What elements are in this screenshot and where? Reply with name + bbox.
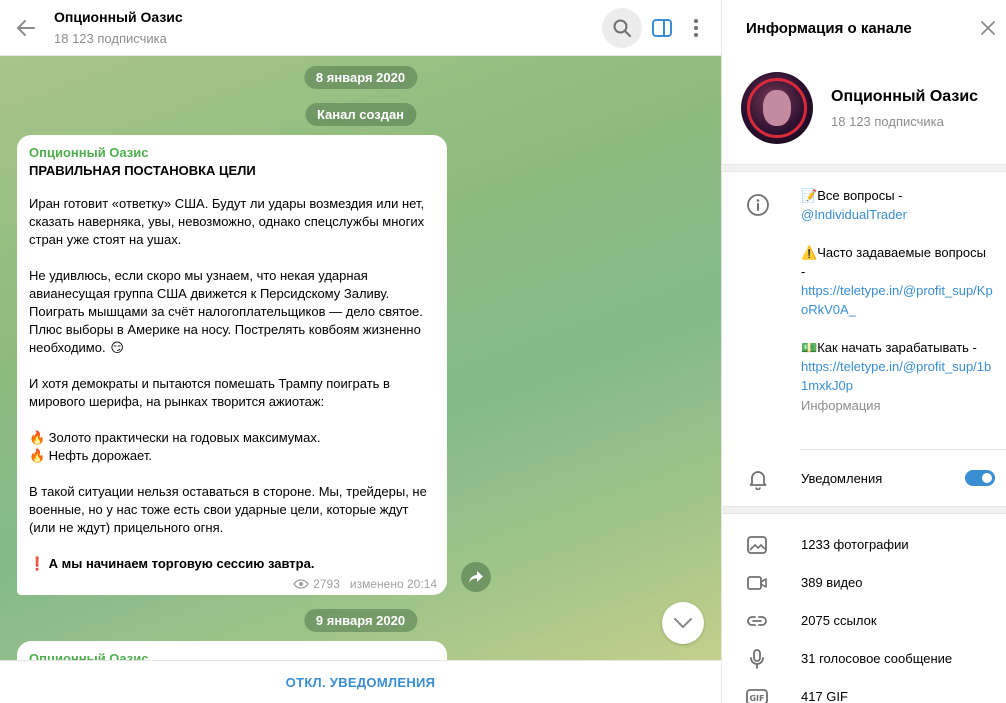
sidebar-panel-icon: [652, 19, 672, 37]
about-text: Все вопросы -: [817, 188, 903, 203]
money-emoji-icon: 💵: [801, 340, 818, 355]
media-label: 31 голосовое сообщение: [801, 651, 953, 666]
link-icon: [747, 616, 767, 626]
message-bullet-text: Золото практически на годовых максимумах…: [48, 430, 321, 445]
channel-avatar[interactable]: [741, 72, 813, 144]
chat-title[interactable]: Опционный Оазис: [54, 9, 183, 25]
chat-area: Опционный Оазис 18 123 подписчика 8 янва…: [0, 0, 721, 703]
notifications-toggle[interactable]: [965, 470, 995, 486]
search-button[interactable]: [602, 8, 642, 48]
forward-button[interactable]: [461, 562, 491, 592]
date-pill: 9 января 2020: [303, 609, 418, 632]
media-row-gifs[interactable]: GIF 417 GIF: [722, 678, 1006, 703]
about-line: 📝Все вопросы -: [801, 186, 993, 205]
smirk-emoji-icon: 😏: [110, 340, 124, 355]
date-pill: 8 января 2020: [303, 66, 418, 89]
message-author[interactable]: Опционный Оазис: [29, 651, 435, 660]
about-line: 💵Как начать зарабатывать -: [801, 338, 993, 357]
chat-subscribers: 18 123 подписчика: [54, 31, 167, 46]
video-icon: [747, 576, 767, 590]
message-paragraph-text: Не удивлюсь, если скоро мы узнаем, что н…: [29, 268, 423, 355]
chat-background: 8 января 2020 Канал создан Опционный Оаз…: [0, 56, 721, 660]
view-count: 2793: [313, 577, 340, 591]
avatar-ring: [747, 78, 807, 138]
edited-time: изменено 20:14: [349, 577, 437, 591]
channel-name: Опционный Оазис: [831, 88, 979, 105]
channel-description: 📝Все вопросы - @IndividualTrader ⚠️Часто…: [801, 186, 993, 415]
panel-title: Информация о канале: [746, 20, 912, 37]
mute-notifications-button[interactable]: ОТКЛ. УВЕДОМЛЕНИЯ: [286, 675, 436, 690]
bell-icon: [747, 468, 769, 493]
chevron-down-icon: [674, 618, 692, 628]
message-bullet-text: Нефть дорожает.: [48, 448, 152, 463]
scroll-to-bottom-button[interactable]: [662, 602, 704, 644]
chat-header: Опционный Оазис 18 123 подписчика: [0, 0, 721, 56]
channel-bottom-bar: ОТКЛ. УВЕДОМЛЕНИЯ: [0, 660, 721, 703]
info-icon: [746, 193, 770, 220]
message-paragraph: Иран готовит «ответку» США. Будут ли уда…: [29, 196, 425, 247]
more-menu-button[interactable]: [676, 8, 716, 48]
media-row-photos[interactable]: 1233 фотографии: [722, 526, 1006, 564]
gif-icon: GIF: [746, 689, 768, 703]
message-author[interactable]: Опционный Оазис: [29, 145, 435, 160]
row-divider: [801, 449, 1006, 450]
about-line: ⚠️Часто задаваемые вопросы -: [801, 243, 993, 281]
mic-icon: [750, 649, 764, 669]
channel-subscribers: 18 123 подписчика: [831, 114, 944, 129]
about-link[interactable]: https://teletype.in/@profit_sup/KpoRkV0A…: [801, 281, 993, 319]
warning-emoji-icon: ⚠️: [801, 245, 818, 260]
svg-text:GIF: GIF: [749, 694, 764, 703]
close-panel-button[interactable]: [978, 18, 998, 38]
message-title: ПРАВИЛЬНАЯ ПОСТАНОВКА ЦЕЛИ: [29, 163, 256, 178]
eye-icon: [293, 579, 309, 589]
about-text: Часто задаваемые вопросы -: [801, 245, 986, 279]
message-closing: ❗ А мы начинаем торговую сессию завтра.: [29, 555, 435, 573]
message-paragraph: И хотя демократы и пытаются помешать Тра…: [29, 376, 390, 409]
memo-emoji-icon: 📝: [801, 188, 818, 203]
fire-emoji-icon: 🔥: [29, 448, 46, 463]
close-icon: [981, 21, 995, 35]
message-bullet: 🔥 Золото практически на годовых максимум…: [29, 429, 435, 447]
message-meta: 2793 изменено 20:14: [293, 577, 437, 591]
message-paragraph: Не удивлюсь, если скоро мы узнаем, что н…: [29, 267, 435, 357]
media-label: 417 GIF: [801, 689, 848, 703]
message-closing-text: А мы начинаем торговую сессию завтра.: [48, 556, 315, 571]
more-vertical-icon: [694, 19, 698, 37]
back-button[interactable]: [12, 14, 40, 42]
share-arrow-icon: [469, 571, 483, 583]
message-bubble[interactable]: Опционный Оазис ПРАВИЛЬНАЯ ПОСТАНОВКА ЦЕ…: [17, 135, 447, 595]
about-link[interactable]: @IndividualTrader: [801, 205, 993, 224]
arrow-left-icon: [17, 20, 35, 36]
media-row-links[interactable]: 2075 ссылок: [722, 602, 1006, 640]
section-divider: [722, 506, 1006, 514]
toggle-knob: [980, 471, 994, 485]
about-link[interactable]: https://teletype.in/@profit_sup/1b1mxkJ0…: [801, 357, 993, 395]
message-paragraph: В такой ситуации нельзя оставаться в сто…: [29, 484, 427, 535]
media-label: 1233 фотографии: [801, 537, 909, 552]
description-label: Информация: [801, 398, 881, 413]
section-divider: [722, 164, 1006, 172]
channel-info-panel: Информация о канале Опционный Оазис 18 1…: [721, 0, 1006, 703]
media-row-videos[interactable]: 389 видео: [722, 564, 1006, 602]
exclamation-emoji-icon: ❗: [29, 556, 46, 571]
media-row-voice[interactable]: 31 голосовое сообщение: [722, 640, 1006, 678]
about-text: Как начать зарабатывать -: [817, 340, 977, 355]
fire-emoji-icon: 🔥: [29, 430, 46, 445]
media-label: 389 видео: [801, 575, 863, 590]
search-icon: [613, 19, 631, 37]
notifications-label: Уведомления: [801, 471, 883, 486]
message-bubble[interactable]: Опционный Оазис: [17, 641, 447, 660]
media-label: 2075 ссылок: [801, 613, 877, 628]
service-message-pill: Канал создан: [304, 103, 417, 126]
message-bullet: 🔥 Нефть дорожает.: [29, 447, 435, 465]
photo-icon: [747, 536, 767, 554]
